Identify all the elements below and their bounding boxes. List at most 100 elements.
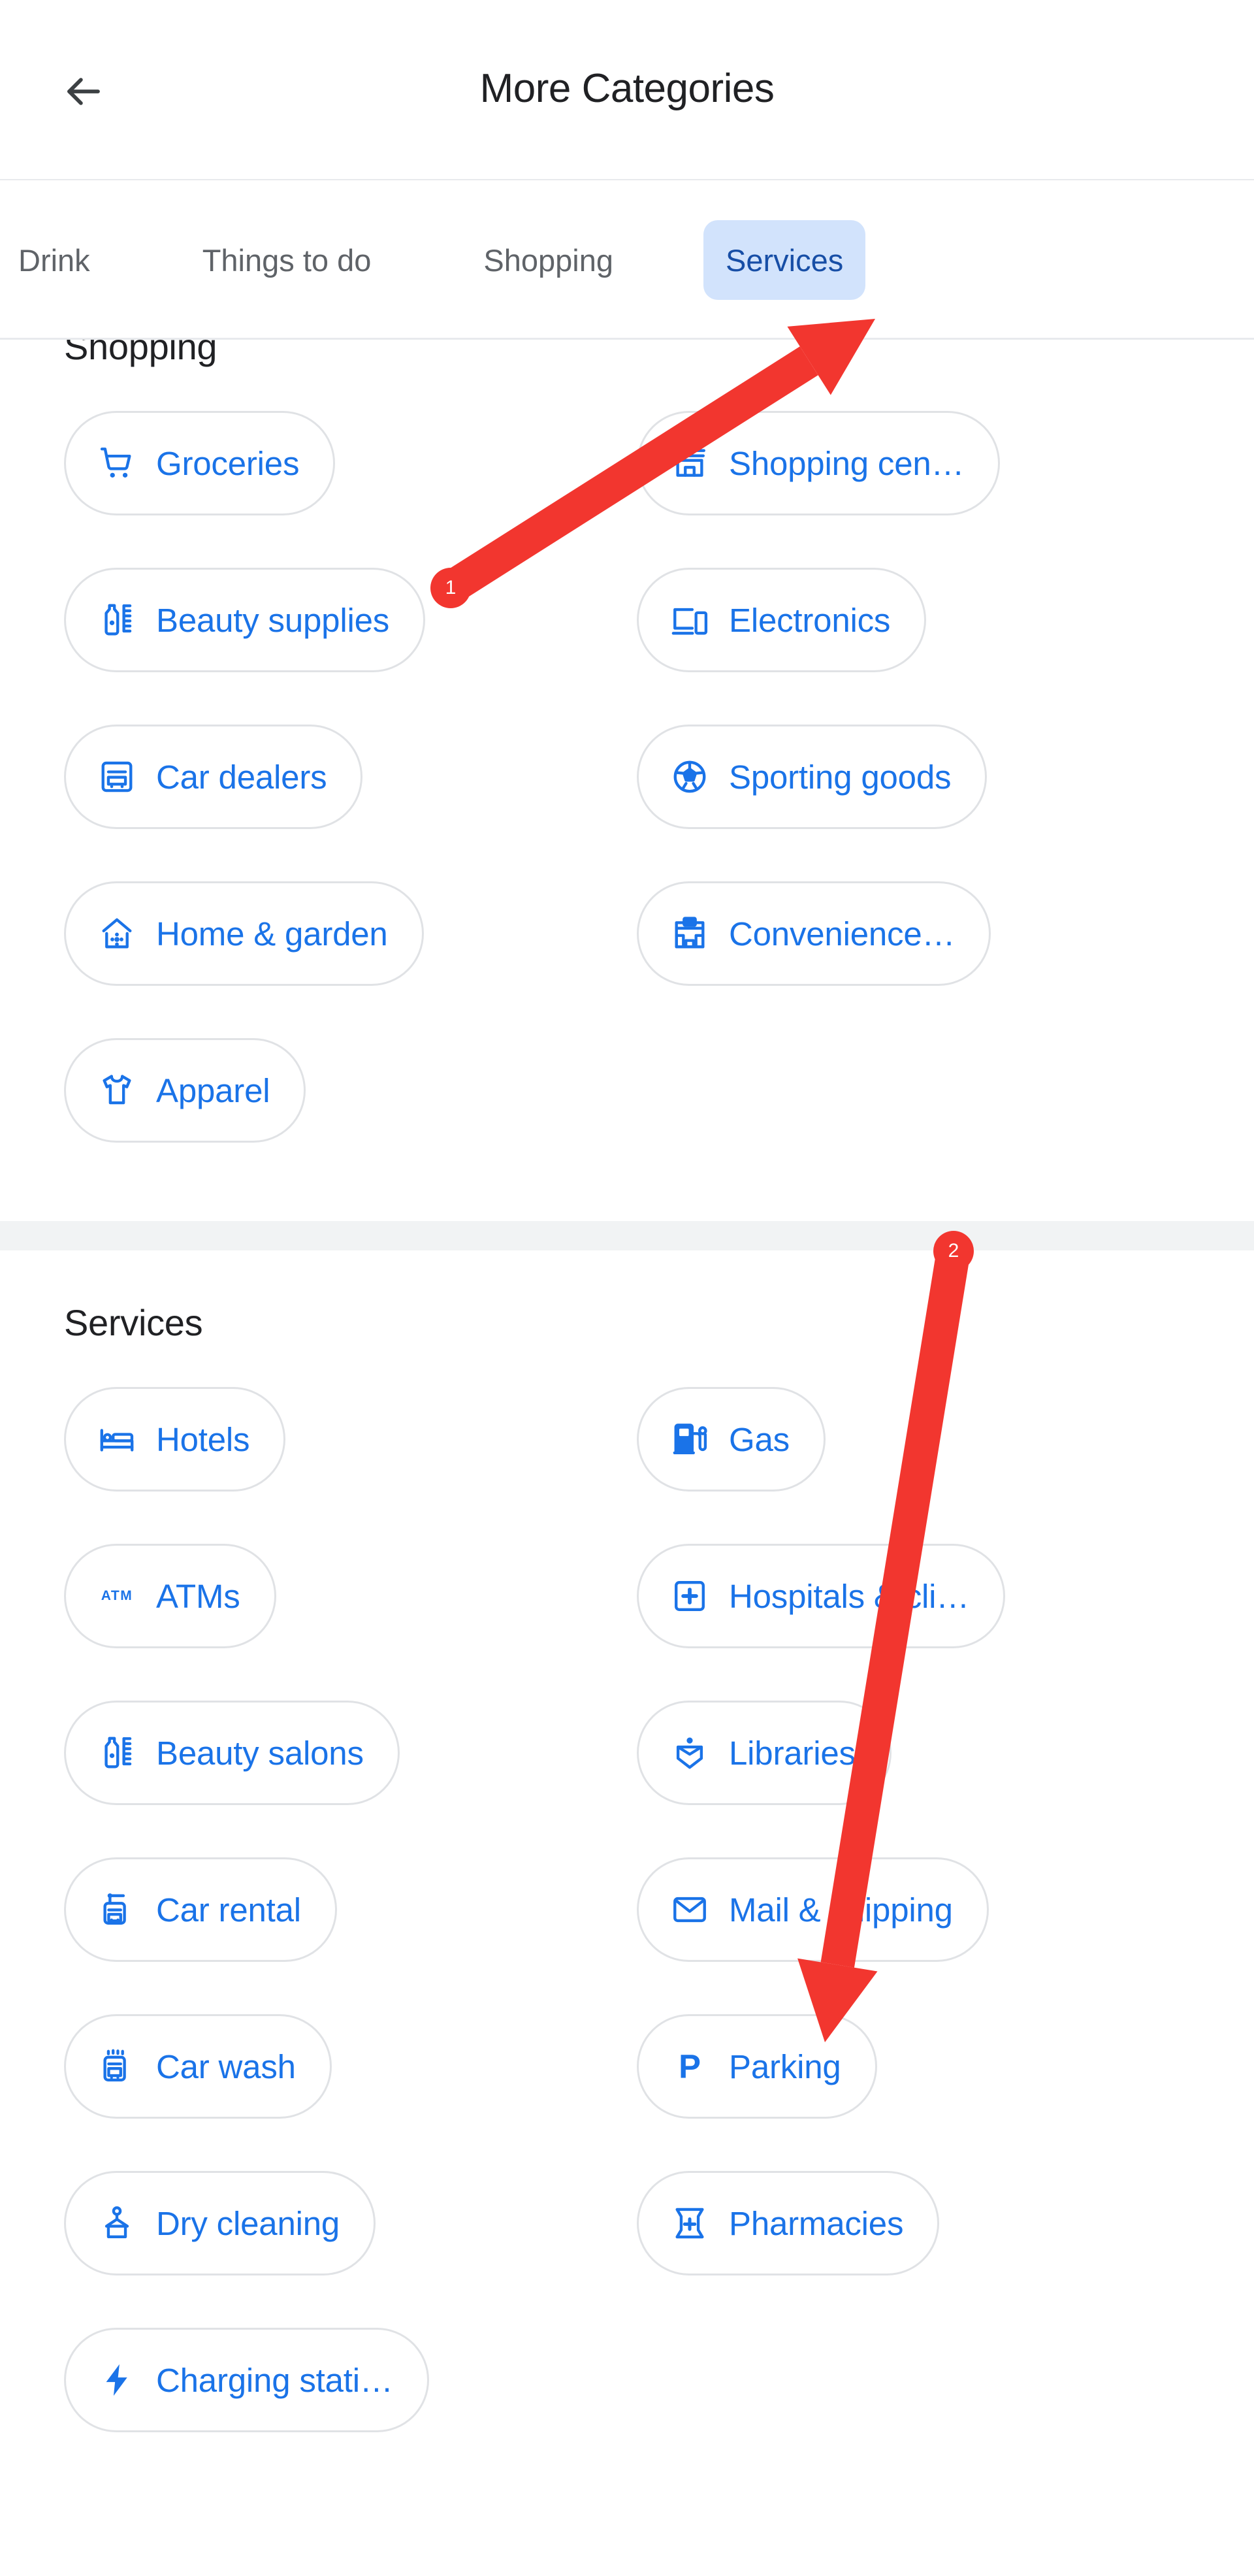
chip-cell: Pharmacies [637,2171,940,2275]
chip-row: Car wash P Parking [0,2014,1254,2171]
app-screen: More Categories Drink Things to do Shoppin… [0,0,1254,2576]
car-wash-icon [97,2047,137,2086]
app-header: More Categories [0,0,1254,180]
chip-car-dealers[interactable]: Car dealers [64,725,363,829]
hotel-bed-icon [97,1420,137,1459]
chip-label: Dry cleaning [156,2204,340,2242]
chip-row: Dry cleaning Pharmacies [0,2171,1254,2328]
chips-grid: Groceries Shopping cen… Beauty supplies Ele… [0,368,1254,1195]
chip-label: Car rental [156,1891,301,1929]
chip-label: Hotels [156,1420,250,1458]
storefront-icon [670,444,709,483]
chip-home-garden[interactable]: Home & garden [64,881,424,986]
category-tab-bar[interactable]: Drink Things to do Shopping Services [0,180,1254,340]
chip-atms[interactable]: ATM ATMs [64,1544,276,1648]
chip-cell: Car wash [64,2014,332,2119]
page-title: More Categories [479,65,775,111]
chip-shopping-cen[interactable]: Shopping cen… [637,411,1001,515]
chip-dry-cleaning[interactable]: Dry cleaning [64,2171,376,2275]
chip-label: Parking [729,2047,841,2085]
chip-label: Car wash [156,2047,296,2085]
chip-cell: Dry cleaning [64,2171,376,2275]
chip-car-rental[interactable]: Car rental [64,1857,337,1962]
chip-pharmacies[interactable]: Pharmacies [637,2171,940,2275]
chip-mail-shipping[interactable]: Mail & shipping [637,1857,989,1962]
tab-label: Things to do [202,242,372,278]
section-divider [0,1221,1254,1250]
tab-drink[interactable]: Drink [0,180,146,338]
shopping-cart-icon [97,444,137,483]
chip-cell: Charging stati… [64,2328,429,2432]
chip-label: Car dealers [156,758,327,796]
chip-row: Beauty supplies Electronics [0,568,1254,725]
chip-label: Home & garden [156,915,388,953]
soccer-ball-icon [670,757,709,796]
chip-row: Apparel [0,1038,1254,1195]
chip-label: Groceries [156,444,300,482]
section-heading: Shopping [64,340,217,367]
chip-cell: Electronics [637,568,927,672]
chip-label: Pharmacies [729,2204,904,2242]
bolt-icon [97,2360,137,2400]
chip-sporting-goods[interactable]: Sporting goods [637,725,988,829]
chip-label: Beauty salons [156,1734,364,1772]
tab-shopping[interactable]: Shopping [427,180,669,338]
chip-groceries[interactable]: Groceries [64,411,336,515]
chip-electronics[interactable]: Electronics [637,568,927,672]
chip-hospitals-cli[interactable]: Hospitals & cli… [637,1544,1006,1648]
tab-label: Shopping [483,242,613,278]
chip-cell: Libraries [637,1701,892,1805]
gas-pump-icon [670,1420,709,1459]
beauty-bottle-icon [97,600,137,640]
tab-label: Services [703,220,866,300]
svg-text:P: P [679,2047,701,2085]
chip-label: Electronics [729,601,891,639]
chip-hotels[interactable]: Hotels [64,1387,286,1492]
chip-cell: Groceries [64,411,336,515]
beauty-bottle-icon [97,1733,137,1772]
chip-libraries[interactable]: Libraries [637,1701,892,1805]
section-heading: Services [64,1302,203,1343]
chip-row: Charging stati… [0,2328,1254,2485]
chip-gas[interactable]: Gas [637,1387,826,1492]
chip-cell: Mail & shipping [637,1857,989,1962]
chip-parking[interactable]: P Parking [637,2014,877,2119]
tab-strip: Drink Things to do Shopping Services [0,180,899,338]
chip-row: Car rental Mail & shipping [0,1857,1254,2014]
chip-row: Car dealers Sporting goods [0,725,1254,881]
chip-cell: Beauty supplies [64,568,426,672]
tab-label: Drink [18,242,90,278]
chip-convenience[interactable]: Convenience… [637,881,991,986]
chip-cell: P Parking [637,2014,877,2119]
chip-beauty-supplies[interactable]: Beauty supplies [64,568,426,672]
chip-cell: Gas [637,1387,826,1492]
chip-label: Libraries [729,1734,856,1772]
pharmacy-icon [670,2204,709,2243]
chip-charging-stati[interactable]: Charging stati… [64,2328,429,2432]
hanger-icon [97,2204,137,2243]
tab-services[interactable]: Services [669,180,899,338]
sections-host: Shopping Groceries Shopping cen… Beauty sup… [0,340,1254,2576]
tab-things-to-do[interactable]: Things to do [146,180,428,338]
chip-apparel[interactable]: Apparel [64,1038,306,1143]
parking-p-icon: P [670,2047,709,2086]
car-rental-icon [97,1890,137,1929]
chips-grid: Hotels Gas ATM ATMs Hospitals & cli… Beauty s… [0,1344,1254,2485]
chip-cell: Shopping cen… [637,411,1001,515]
chip-cell: Beauty salons [64,1701,400,1805]
chip-cell: Hotels [64,1387,286,1492]
chip-car-wash[interactable]: Car wash [64,2014,332,2119]
chip-cell: Home & garden [64,881,424,986]
chip-beauty-salons[interactable]: Beauty salons [64,1701,400,1805]
chip-label: Sporting goods [729,758,952,796]
convenience-store-icon [670,914,709,953]
chip-cell: Car dealers [64,725,363,829]
chip-cell: Apparel [64,1038,306,1143]
section-shopping: Shopping Groceries Shopping cen… Beauty sup… [0,340,1254,1221]
chip-label: Mail & shipping [729,1891,953,1929]
chip-cell: Convenience… [637,881,991,986]
house-flower-icon [97,914,137,953]
chip-row: Beauty salons Libraries [0,1701,1254,1857]
chip-row: ATM ATMs Hospitals & cli… [0,1544,1254,1701]
tshirt-icon [97,1071,137,1110]
